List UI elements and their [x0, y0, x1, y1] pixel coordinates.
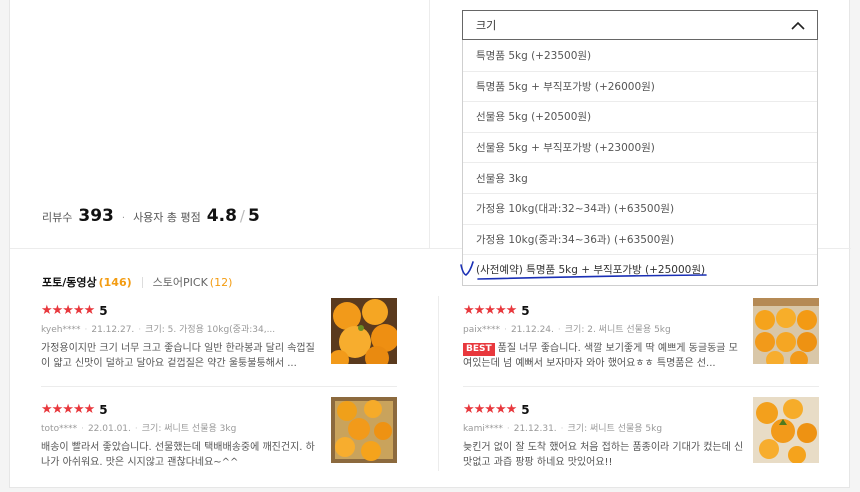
dropdown-options: 특명품 5kg (+23500원) 특명품 5kg + 부직포가방 (+2600… [462, 40, 818, 286]
reviewer-id: kami**** [463, 424, 503, 434]
review-score: 5 [521, 403, 530, 417]
tab-photo-video[interactable]: 포토/동영상 (146) [42, 274, 132, 290]
review-card[interactable]: ★★★★★ 5 toto**** · 22.01.01. · 크기: 써니트 선물용 3… [41, 397, 397, 469]
review-card[interactable]: ★★★★★ 5 kyeh**** · 21.12.27. · 크기: 5. 가정용 10… [41, 298, 397, 370]
review-meta: paix**** · 21.12.24. · 크기: 2. 써니트 선물용 5kg [463, 325, 671, 335]
review-summary: 리뷰수 393 · 사용자 총 평점 4.8 / 5 [42, 206, 260, 226]
review-option: 크기: 써니트 선물용 3kg [141, 424, 237, 434]
review-photo[interactable] [331, 298, 397, 364]
tab-store-pick[interactable]: 스토어PICK (12) [153, 274, 233, 290]
best-badge: BEST [463, 343, 495, 356]
review-text: 늦킨거 없이 잘 도착 했어요 처음 접하는 품종이라 기대가 컸는데 신맛없고… [463, 442, 744, 468]
review-photo[interactable] [753, 397, 819, 463]
star-icon: ★★★★★ [41, 303, 95, 318]
rating-max: 5 [247, 206, 260, 226]
review-column-divider [438, 296, 439, 471]
review-card[interactable]: ★★★★★ 5 kami**** · 21.12.31. · 크기: 써니트 선물용 5… [463, 397, 819, 469]
dropdown-option-preorder[interactable]: (사전예약) 특명품 5kg + 부직포가방 (+25000원) [463, 254, 817, 285]
review-date: 21.12.31. [513, 424, 557, 434]
review-score: 5 [99, 403, 108, 417]
review-meta: kyeh**** · 21.12.27. · 크기: 5. 가정용 10kg(중과:34… [41, 325, 276, 335]
review-option: 크기: 5. 가정용 10kg(중과:34,... [145, 325, 276, 335]
reviewer-id: toto**** [41, 424, 78, 434]
review-divider [41, 386, 397, 387]
review-score: 5 [99, 304, 108, 318]
review-date: 21.12.24. [510, 325, 554, 335]
dropdown-option[interactable]: 특명품 5kg (+23500원) [463, 40, 817, 71]
dropdown-option[interactable]: 가정용 10kg(대과:32~34과) (+63500원) [463, 192, 817, 224]
dropdown-selected-value: 크기 [476, 19, 497, 32]
review-divider [463, 386, 819, 387]
chevron-up-icon[interactable] [791, 21, 805, 30]
tab-store-pick-label: 스토어PICK [152, 276, 208, 289]
review-meta: kami**** · 21.12.31. · 크기: 써니트 선물용 5kg [463, 424, 663, 434]
dropdown-option[interactable]: 가정용 10kg(중과:34~36과) (+63500원) [463, 223, 817, 255]
dropdown-option[interactable]: 선물용 5kg (+20500원) [463, 101, 817, 132]
star-icon: ★★★★★ [463, 402, 517, 417]
rating-slash: / [239, 207, 245, 225]
star-icon: ★★★★★ [463, 303, 517, 318]
review-filter-tabs: 포토/동영상 (146) 스토어PICK (12) [42, 274, 232, 290]
review-option: 크기: 2. 써니트 선물용 5kg [564, 325, 671, 335]
star-icon: ★★★★★ [41, 402, 95, 417]
tab-photo-video-count: (146) [98, 276, 132, 289]
review-text: 배송이 빨라서 좋았습니다. 선물했는데 택배배송중에 깨진건지. 하나가 아쉬… [41, 442, 315, 468]
tab-photo-video-label: 포토/동영상 [42, 276, 97, 289]
review-date: 21.12.27. [91, 325, 135, 335]
review-score: 5 [521, 304, 530, 318]
reviewer-id: paix**** [463, 325, 501, 335]
tab-divider [141, 276, 143, 288]
rating-label: 사용자 총 평점 [133, 211, 201, 224]
review-text: BEST 품질 너무 좋습니다. 색깔 보기좋게 딱 예쁘게 동글동글 모여있는데… [463, 341, 745, 371]
dropdown-option[interactable]: 특명품 5kg + 부직포가방 (+26000원) [463, 70, 817, 102]
review-count: 393 [78, 206, 114, 226]
tab-store-pick-count: (12) [209, 276, 233, 289]
size-option-dropdown[interactable]: 크기 특명품 5kg (+23500원) 특명품 5kg + 부직포가방 (+2… [462, 10, 818, 286]
dropdown-option[interactable]: 선물용 5kg + 부직포가방 (+23000원) [463, 131, 817, 163]
reviewer-id: kyeh**** [41, 325, 81, 335]
review-date: 22.01.01. [87, 424, 131, 434]
separator-dot: · [121, 213, 126, 224]
review-meta: toto**** · 22.01.01. · 크기: 써니트 선물용 3kg [41, 424, 237, 434]
vertical-divider [429, 0, 430, 249]
rating-value: 4.8 [206, 206, 237, 226]
review-photo[interactable] [331, 397, 397, 463]
review-photo[interactable] [753, 298, 819, 364]
review-text-content: 품질 너무 좋습니다. 색깔 보기좋게 딱 예쁘게 동글동글 모여있는데 넘 예… [463, 343, 738, 369]
review-count-label: 리뷰수 [42, 211, 73, 224]
review-card[interactable]: ★★★★★ 5 paix**** · 21.12.24. · 크기: 2. 써니트 선물… [463, 298, 819, 371]
review-option: 크기: 써니트 선물용 5kg [567, 424, 663, 434]
dropdown-option[interactable]: 선물용 3kg [463, 162, 817, 193]
review-text: 가정용이지만 크기 너무 크고 좋습니다 일반 한라봉과 달리 속껍질이 얇고 … [41, 343, 315, 369]
dropdown-header[interactable]: 크기 [462, 10, 818, 40]
